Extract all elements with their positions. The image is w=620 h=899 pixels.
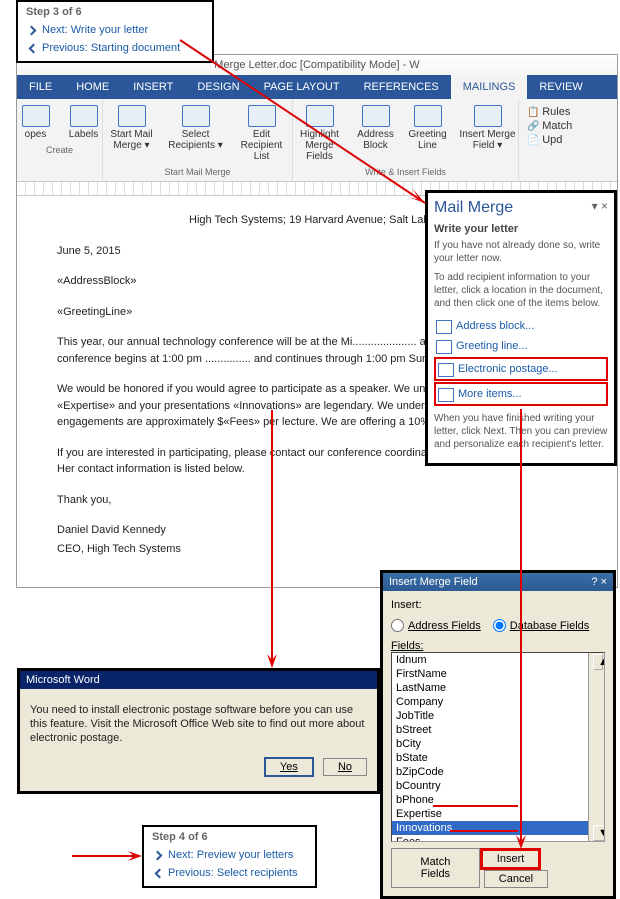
msgbox-no-button[interactable]: No — [323, 758, 367, 776]
imf-match-fields-button[interactable]: Match Fields — [391, 848, 480, 888]
msgbox-title: Microsoft Word — [20, 671, 377, 689]
tab-file[interactable]: FILE — [17, 75, 64, 99]
prev-select-recipients[interactable]: Previous: Select recipients — [152, 864, 307, 882]
rgroup-misc: 📋 Rules 🔗 Match 📄 Upd — [519, 99, 580, 181]
field-bcity[interactable]: bCity — [392, 737, 604, 751]
select-recipients-icon — [182, 105, 210, 127]
tab-page-layout[interactable]: PAGE LAYOUT — [252, 75, 352, 99]
address-block-icon — [362, 105, 390, 127]
tab-review[interactable]: REVIEW — [527, 75, 594, 99]
edit-recipient-list-button[interactable]: Edit Recipient List — [231, 103, 293, 164]
group-label-write-insert: Write & Insert Fields — [365, 167, 446, 177]
address-block-button[interactable]: Address Block — [352, 103, 400, 164]
redline-fees — [450, 830, 518, 832]
doc-sig-name: Daniel David Kennedy — [57, 522, 609, 539]
labels-button[interactable]: Labels — [62, 103, 106, 142]
prev-starting-doc[interactable]: Previous: Starting document — [26, 39, 204, 57]
group-label-create: Create — [46, 145, 73, 155]
match-fields-button[interactable]: 🔗 Match — [525, 119, 574, 133]
next-write-letter[interactable]: Next: Write your letter — [26, 21, 204, 39]
pane-close-button[interactable]: ▾ × — [592, 199, 608, 213]
field-idnum[interactable]: Idnum — [392, 653, 604, 667]
imf-insert-label: Insert: — [391, 599, 605, 611]
msgbox-text: You need to install electronic postage s… — [30, 703, 367, 745]
update-labels-button[interactable]: 📄 Upd — [525, 133, 564, 147]
field-bcountry[interactable]: bCountry — [392, 779, 604, 793]
rgroup-write-insert: Highlight Merge Fields Address Block Gre… — [293, 99, 519, 181]
field-expertise[interactable]: Expertise — [392, 807, 604, 821]
imf-insert-button[interactable]: Insert — [480, 848, 542, 870]
imf-cancel-button[interactable]: Cancel — [484, 870, 548, 888]
field-lastname[interactable]: LastName — [392, 681, 604, 695]
field-fees[interactable]: Fees — [392, 835, 604, 842]
pane-text-2: To add recipient information to your let… — [434, 271, 608, 310]
envelope-icon — [22, 105, 50, 127]
imf-fields-list[interactable]: IdnumFirstNameLastNameCompanyJobTitlebSt… — [391, 652, 605, 842]
doc-sig-title: CEO, High Tech Systems — [57, 541, 609, 558]
pane-title: Mail Merge — [434, 199, 608, 217]
imf-scrollbar[interactable]: ▲▼ — [588, 653, 604, 841]
arrow-4 — [72, 851, 142, 861]
more-items-link[interactable]: More items... — [434, 382, 608, 406]
imf-title: Insert Merge Field — [389, 576, 478, 588]
radio-database-fields[interactable]: Database Fields — [493, 619, 590, 632]
insert-merge-field-button[interactable]: Insert Merge Field ▾ — [456, 103, 520, 164]
ribbon-tabs: FILE HOME INSERT DESIGN PAGE LAYOUT REFE… — [17, 75, 617, 99]
greeting-line-link[interactable]: Greeting line... — [434, 336, 608, 356]
greeting-line-button[interactable]: Greeting Line — [404, 103, 452, 164]
tab-mailings[interactable]: MAILINGS — [451, 75, 528, 99]
insert-merge-field-dialog: Insert Merge Field ? × Insert: Address F… — [380, 570, 616, 899]
rgroup-start: Start Mail Merge ▾ Select Recipients ▾ E… — [103, 99, 293, 181]
select-recipients-button[interactable]: Select Recipients ▾ — [165, 103, 227, 164]
imf-close-button[interactable]: ? × — [591, 576, 607, 588]
step4-header: Step 4 of 6 — [152, 831, 307, 843]
tab-references[interactable]: REFERENCES — [352, 75, 451, 99]
pane-text-1: If you have not already done so, write y… — [434, 239, 608, 265]
edit-recipients-icon — [248, 105, 276, 127]
doc-thankyou: Thank you, — [57, 492, 609, 509]
radio-address-fields[interactable]: Address Fields — [391, 619, 481, 632]
pane-text-3: When you have finished writing your lett… — [434, 412, 608, 451]
step3-panel: Step 3 of 6 Next: Write your letter Prev… — [16, 0, 214, 63]
pane-section: Write your letter — [434, 223, 608, 235]
labels-icon — [70, 105, 98, 127]
start-mail-merge-button[interactable]: Start Mail Merge ▾ — [103, 103, 161, 164]
imf-fields-label: Fields: — [391, 640, 605, 652]
field-firstname[interactable]: FirstName — [392, 667, 604, 681]
field-innovations[interactable]: Innovations — [392, 821, 604, 835]
next-preview-letters[interactable]: Next: Preview your letters — [152, 846, 307, 864]
imf-title-bar: Insert Merge Field ? × — [383, 573, 613, 591]
field-company[interactable]: Company — [392, 695, 604, 709]
start-mail-merge-icon — [118, 105, 146, 127]
field-jobtitle[interactable]: JobTitle — [392, 709, 604, 723]
field-bstate[interactable]: bState — [392, 751, 604, 765]
highlight-merge-fields-button[interactable]: Highlight Merge Fields — [292, 103, 348, 164]
greeting-line-icon — [414, 105, 442, 127]
electronic-postage-link[interactable]: Electronic postage... — [434, 357, 608, 381]
tab-design[interactable]: DESIGN — [185, 75, 251, 99]
insert-merge-field-icon — [474, 105, 502, 127]
ribbon: opes Labels Create Start Mail Merge ▾ Se… — [17, 99, 617, 182]
group-label-start: Start Mail Merge — [164, 167, 230, 177]
tab-insert[interactable]: INSERT — [121, 75, 185, 99]
envelopes-button[interactable]: opes — [14, 103, 58, 142]
field-bstreet[interactable]: bStreet — [392, 723, 604, 737]
rules-button[interactable]: 📋 Rules — [525, 105, 572, 119]
step3-header: Step 3 of 6 — [26, 6, 204, 18]
redline-expertise — [433, 805, 518, 807]
msgbox-electronic-postage: Microsoft Word You need to install elect… — [17, 668, 380, 794]
field-bzipcode[interactable]: bZipCode — [392, 765, 604, 779]
mail-merge-pane: ▾ × Mail Merge Write your letter If you … — [425, 190, 617, 466]
address-block-link[interactable]: Address block... — [434, 316, 608, 336]
msgbox-yes-button[interactable]: Yes — [264, 757, 314, 777]
tab-home[interactable]: HOME — [64, 75, 121, 99]
highlight-icon — [306, 105, 334, 127]
rgroup-create: opes Labels Create — [17, 99, 103, 181]
step4-panel: Step 4 of 6 Next: Preview your letters P… — [142, 825, 317, 888]
